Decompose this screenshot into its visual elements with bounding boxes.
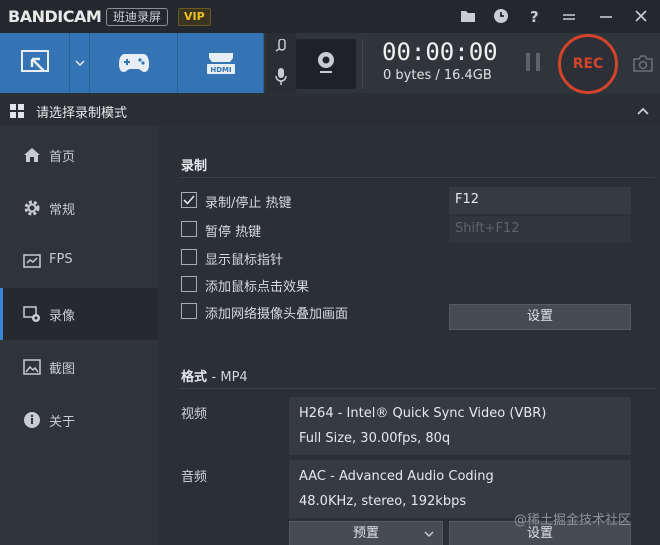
app-logo: BANDICAM <box>8 7 102 26</box>
sidebar-item-label: 截图 <box>49 362 76 377</box>
sidebar-item-screenshot[interactable]: 截图 <box>0 341 158 393</box>
chevron-down-icon <box>424 531 434 537</box>
gear-icon <box>24 200 40 216</box>
game-record-mode-button[interactable] <box>90 33 178 93</box>
minimize-icon[interactable] <box>594 4 618 28</box>
screen-region-icon <box>21 50 49 72</box>
clock-icon[interactable] <box>489 4 513 28</box>
screenshot-camera-icon[interactable] <box>632 53 654 73</box>
record-section-title: 录制 <box>181 159 208 174</box>
toolbar-divider <box>362 39 366 89</box>
video-quality-text: Full Size, 30.00fps, 80q <box>299 431 451 446</box>
webcam-overlay-checkbox[interactable] <box>181 303 197 319</box>
audio-quality-text: 48.0KHz, stereo, 192kbps <box>299 494 467 509</box>
video-label: 视频 <box>181 407 208 422</box>
recording-timer: 00:00:00 <box>382 38 498 66</box>
pause-hotkey-label: 暂停 热键 <box>205 225 262 240</box>
close-icon[interactable] <box>629 4 653 28</box>
bandicam-window: BANDICAM 班迪录屏 VIP ? HDMI 00:00:00 0 byte… <box>0 0 660 545</box>
info-icon <box>24 412 40 428</box>
hdmi-icon: HDMI <box>207 53 235 74</box>
webcam-preview[interactable] <box>296 39 356 89</box>
record-hotkey-value: F12 <box>455 192 480 207</box>
chevron-down-icon <box>75 60 85 66</box>
show-cursor-checkbox[interactable] <box>181 249 197 265</box>
fps-icon <box>23 254 41 268</box>
hdmi-record-mode-button[interactable]: HDMI <box>178 33 264 93</box>
section-divider <box>180 388 655 389</box>
image-icon <box>23 359 41 375</box>
pause-hotkey-value: Shift+F12 <box>455 221 520 236</box>
sidebar-item-label: FPS <box>49 252 73 267</box>
sidebar-item-label: 关于 <box>49 415 76 430</box>
preset-label: 预置 <box>352 526 379 541</box>
record-stop-hotkey-checkbox[interactable] <box>181 192 197 208</box>
file-size-readout: 0 bytes / 16.4GB <box>383 68 492 83</box>
click-effect-label: 添加鼠标点击效果 <box>205 280 310 295</box>
video-settings-panel: 录制 录制/停止 热键 暂停 热键 显示鼠标指针 添加鼠标点击效果 添加网络摄像… <box>160 126 660 545</box>
title-bar: BANDICAM 班迪录屏 VIP ? <box>0 0 660 33</box>
pause-hotkey-checkbox[interactable] <box>181 221 197 237</box>
settings-icon[interactable] <box>557 4 581 28</box>
webcam-settings-button[interactable]: 设置 <box>449 304 631 330</box>
mode-selector-label: 请选择录制模式 <box>36 106 128 121</box>
audio-label: 音频 <box>181 470 208 485</box>
video-codec-text: H264 - Intel® Quick Sync Video (VBR) <box>299 406 547 421</box>
sidebar-item-fps[interactable]: FPS <box>0 235 158 287</box>
sidebar-item-video[interactable]: 录像 <box>0 288 158 340</box>
format-section-title: 格式 - MP4 <box>181 370 248 385</box>
vip-badge[interactable]: VIP <box>178 8 211 26</box>
folder-icon[interactable] <box>456 4 480 28</box>
rec-label: REC <box>572 56 604 72</box>
source-selector[interactable] <box>266 33 296 93</box>
help-icon[interactable]: ? <box>522 4 546 28</box>
sidebar-item-label: 常规 <box>49 203 76 218</box>
grid-icon <box>10 104 24 118</box>
sidebar-item-about[interactable]: 关于 <box>0 394 158 446</box>
checkmark-icon <box>183 195 195 205</box>
gamepad-icon <box>119 54 149 72</box>
sidebar-item-home[interactable]: 首页 <box>0 129 158 181</box>
section-divider <box>180 177 655 178</box>
preset-button[interactable]: 预置 <box>289 521 443 545</box>
audio-codec-text: AAC - Advanced Audio Coding <box>299 469 494 484</box>
microphone-icon <box>275 68 287 85</box>
record-stop-hotkey-label: 录制/停止 热键 <box>205 196 292 211</box>
video-settings-icon <box>23 306 40 322</box>
webcam-overlay-label: 添加网络摄像头叠加画面 <box>205 307 349 322</box>
watermark: @稀土掘金技术社区 <box>514 513 632 528</box>
toolbar: HDMI 00:00:00 0 bytes / 16.4GB REC <box>0 33 660 94</box>
mode-selector-bar[interactable]: 请选择录制模式 <box>0 96 660 126</box>
screen-record-mode-button[interactable] <box>0 33 70 93</box>
video-codec-box[interactable]: H264 - Intel® Quick Sync Video (VBR) Ful… <box>289 397 631 455</box>
sidebar-item-general[interactable]: 常规 <box>0 182 158 234</box>
sidebar-item-label: 首页 <box>49 150 76 165</box>
svg-text:HDMI: HDMI <box>210 66 231 74</box>
show-cursor-label: 显示鼠标指针 <box>205 253 284 268</box>
pause-hotkey-field[interactable]: Shift+F12 <box>449 216 631 243</box>
rec-button[interactable]: REC <box>558 34 618 94</box>
svg-text:?: ? <box>530 8 539 26</box>
home-icon <box>24 148 40 162</box>
pause-icon[interactable] <box>523 51 543 73</box>
chevron-up-icon[interactable] <box>636 104 650 118</box>
sidebar: 首页 常规 FPS 录像 截图 关于 <box>0 126 158 545</box>
click-effect-checkbox[interactable] <box>181 276 197 292</box>
screen-mode-dropdown[interactable] <box>70 33 90 93</box>
speaker-icon <box>275 39 286 52</box>
sidebar-item-label: 录像 <box>49 309 76 324</box>
record-hotkey-field[interactable]: F12 <box>449 187 631 214</box>
webcam-icon <box>318 52 334 73</box>
edition-badge: 班迪录屏 <box>106 8 169 26</box>
